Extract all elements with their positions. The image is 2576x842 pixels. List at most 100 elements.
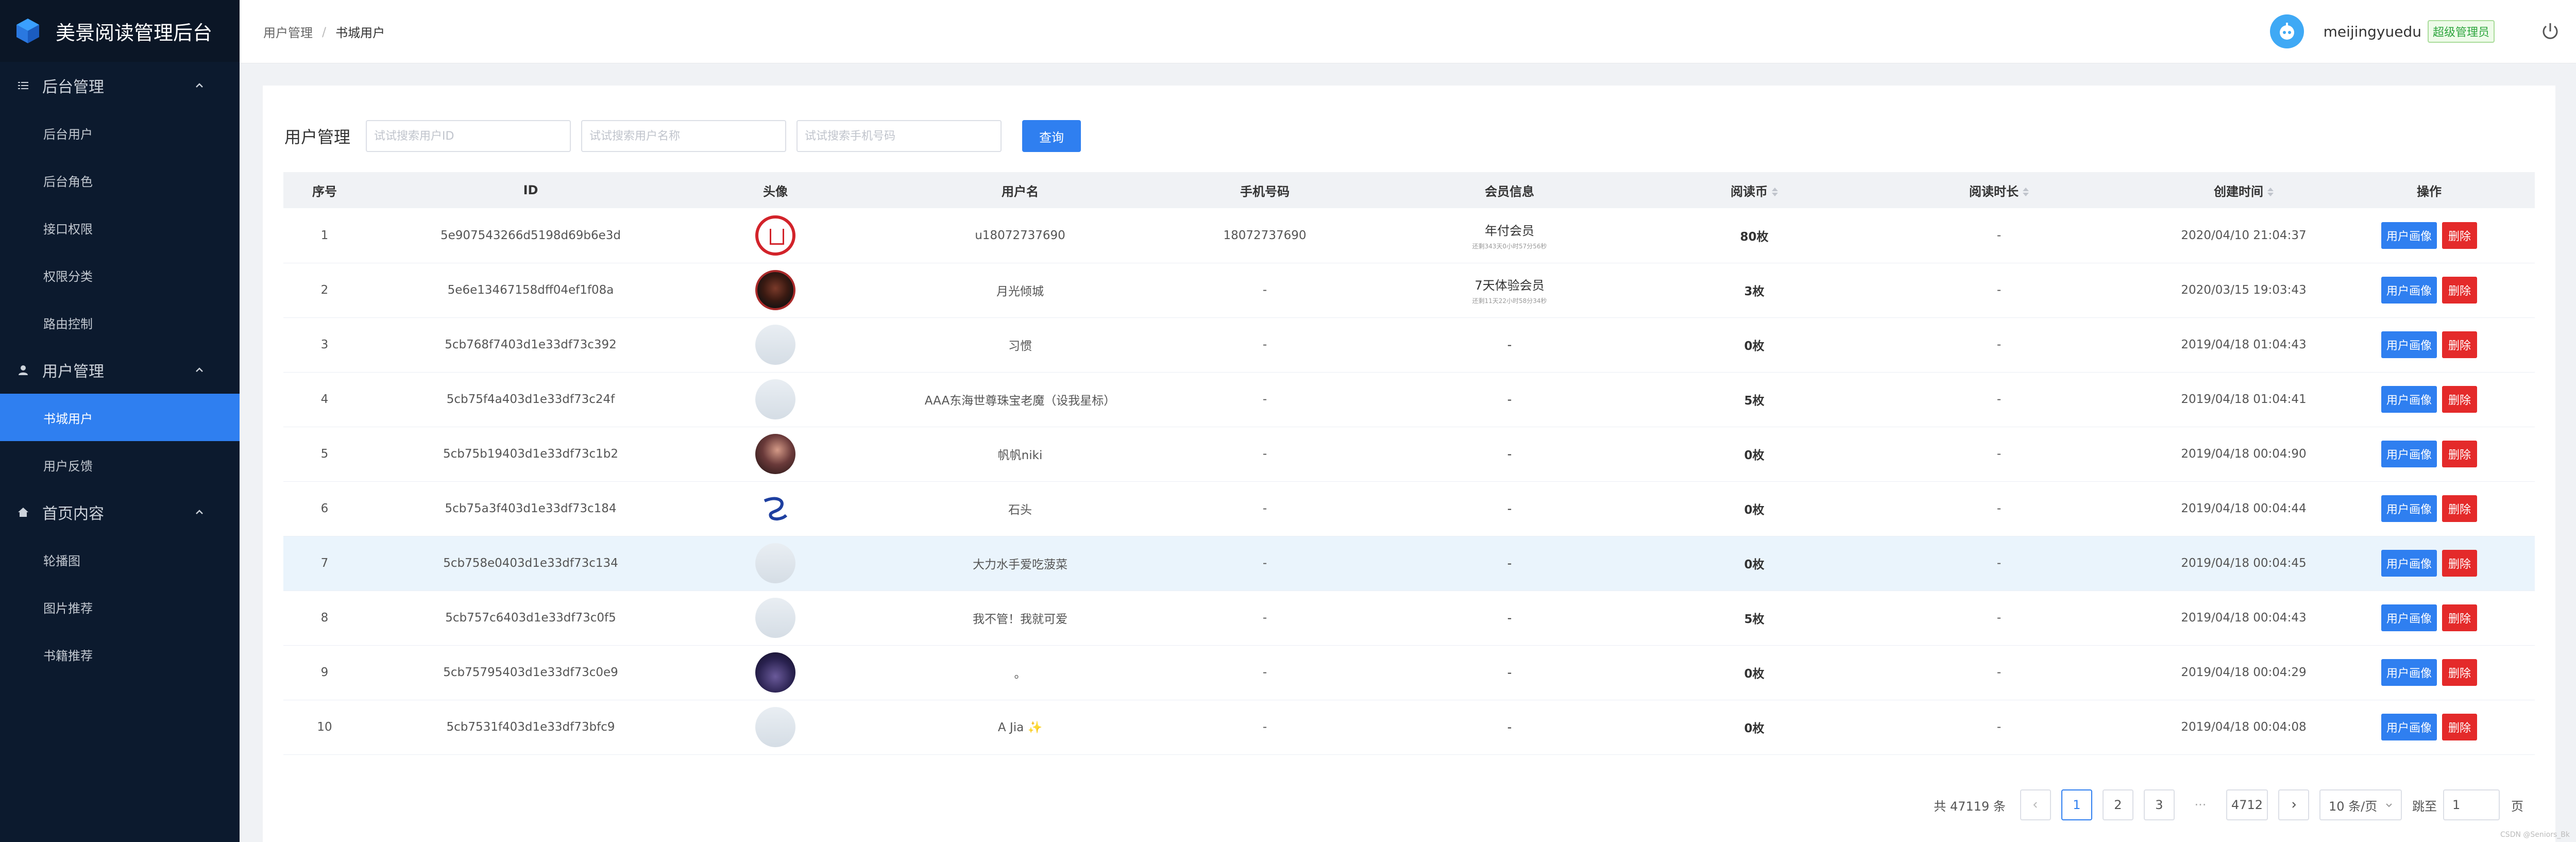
- sidebar-group[interactable]: 后台管理: [0, 62, 240, 109]
- user-portrait-button[interactable]: 用户画像: [2381, 277, 2437, 304]
- avatar[interactable]: [2269, 14, 2304, 48]
- user-avatar[interactable]: [755, 215, 795, 256]
- user-avatar[interactable]: [755, 270, 795, 310]
- delete-button[interactable]: 删除: [2442, 222, 2478, 249]
- table-row: 6 5cb75a3f403d1e33df73c184 石头 - - 0枚 - 2019/04/…: [283, 481, 2535, 536]
- page-button[interactable]: 4712: [2226, 789, 2268, 820]
- delete-button[interactable]: 删除: [2442, 331, 2478, 358]
- delete-button[interactable]: 删除: [2442, 495, 2478, 522]
- power-icon[interactable]: [2540, 21, 2561, 42]
- query-button[interactable]: 查询: [1022, 120, 1081, 152]
- sidebar-item[interactable]: 权限分类: [0, 251, 240, 299]
- sidebar: 美景阅读管理后台 后台管理 后台用户 后台角色 接口权限 权限分类 路由控制 用户管理 书城用…: [0, 0, 240, 842]
- cell-username: 我不管！我就可爱: [973, 613, 1067, 626]
- delete-button[interactable]: 删除: [2442, 604, 2478, 631]
- cell-no: 3: [320, 338, 329, 351]
- vip-type: -: [1507, 611, 1512, 625]
- sort-caret-icon[interactable]: [2267, 188, 2274, 196]
- delete-button[interactable]: 删除: [2442, 277, 2478, 304]
- sidebar-item[interactable]: 轮播图: [0, 536, 240, 583]
- page-button[interactable]: 3: [2143, 789, 2175, 820]
- jump-page-input[interactable]: 1: [2443, 789, 2500, 820]
- cell-no: 2: [320, 283, 329, 297]
- prev-page-button[interactable]: [2020, 789, 2051, 820]
- sidebar-item[interactable]: 书籍推荐: [0, 631, 240, 678]
- cell-id: 5cb758e0403d1e33df73c134: [443, 557, 618, 570]
- cell-created: 2019/04/18 00:04:08: [2181, 720, 2307, 734]
- user-portrait-button[interactable]: 用户画像: [2381, 495, 2437, 522]
- table-row: 5 5cb75b19403d1e33df73c1b2 帆帆niki - - 0枚 - 2019…: [283, 427, 2535, 481]
- column-header: 用户名: [855, 172, 1185, 208]
- delete-button[interactable]: 删除: [2442, 386, 2478, 413]
- sort-caret-icon[interactable]: [2023, 188, 2029, 196]
- sidebar-item[interactable]: 图片推荐: [0, 583, 240, 631]
- cell-vip: -: [1345, 481, 1674, 536]
- user-avatar[interactable]: [755, 489, 795, 529]
- sidebar-group[interactable]: 首页内容: [0, 489, 240, 536]
- cell-phone: -: [1262, 720, 1267, 734]
- table-row: 4 5cb75f4a403d1e33df73c24f AAA东海世尊珠宝老魔（设我星…: [283, 372, 2535, 427]
- vip-type: 7天体验会员: [1475, 278, 1545, 293]
- user-portrait-button[interactable]: 用户画像: [2381, 714, 2437, 740]
- user-portrait-button[interactable]: 用户画像: [2381, 386, 2437, 413]
- cell-actions: 用户画像 删除: [2324, 372, 2535, 427]
- cell-coin: 0枚: [1744, 503, 1765, 517]
- user-portrait-button[interactable]: 用户画像: [2381, 222, 2437, 249]
- page-button[interactable]: 2: [2102, 789, 2133, 820]
- cell-id: 5cb7531f403d1e33df73bfc9: [446, 720, 615, 734]
- column-header[interactable]: 阅读币: [1674, 172, 1834, 208]
- cell-id: 5cb768f7403d1e33df73c392: [445, 338, 617, 351]
- user-portrait-button[interactable]: 用户画像: [2381, 550, 2437, 577]
- menu-lines-icon: [16, 79, 30, 92]
- cell-avatar: [696, 591, 855, 645]
- user-portrait-button[interactable]: 用户画像: [2381, 604, 2437, 631]
- column-header[interactable]: 阅读时长: [1834, 172, 2164, 208]
- user-avatar[interactable]: [755, 652, 795, 693]
- sidebar-item[interactable]: 书城用户: [0, 394, 240, 441]
- cell-phone: 18072737690: [1223, 228, 1307, 242]
- sidebar-item[interactable]: 后台用户: [0, 109, 240, 157]
- delete-button[interactable]: 删除: [2442, 714, 2478, 740]
- sort-caret-icon[interactable]: [1772, 188, 1778, 196]
- search-user-id-input[interactable]: [366, 120, 571, 152]
- user-avatar[interactable]: [755, 325, 795, 365]
- delete-button[interactable]: 删除: [2442, 659, 2478, 686]
- column-header-label: 头像: [763, 184, 788, 199]
- user-avatar[interactable]: [755, 707, 795, 747]
- cell-coin: 0枚: [1744, 722, 1765, 735]
- sidebar-item[interactable]: 用户反馈: [0, 441, 240, 489]
- user-avatar[interactable]: [755, 543, 795, 583]
- cell-vip: -: [1345, 427, 1674, 481]
- next-page-button[interactable]: [2278, 789, 2309, 820]
- user-avatar[interactable]: [755, 598, 795, 638]
- sidebar-group[interactable]: 用户管理: [0, 346, 240, 394]
- cell-coin: 80枚: [1740, 230, 1769, 244]
- user-avatar[interactable]: [755, 379, 795, 419]
- user-avatar[interactable]: [755, 434, 795, 474]
- cell-coin: 5枚: [1744, 613, 1765, 626]
- breadcrumb-item[interactable]: 用户管理: [263, 23, 313, 41]
- sidebar-item[interactable]: 路由控制: [0, 299, 240, 346]
- search-user-name-input[interactable]: [581, 120, 787, 152]
- column-header[interactable]: 创建时间: [2164, 172, 2324, 208]
- cell-no: 5: [320, 447, 329, 461]
- column-header-label: 序号: [312, 184, 337, 199]
- sidebar-item[interactable]: 接口权限: [0, 204, 240, 251]
- cell-no: 8: [320, 611, 329, 625]
- cell-id: 5e6e13467158dff04ef1f08a: [447, 283, 614, 297]
- page-button[interactable]: 1: [2061, 789, 2092, 820]
- robot-icon: [2279, 23, 2294, 40]
- delete-button[interactable]: 删除: [2442, 441, 2478, 467]
- delete-button[interactable]: 删除: [2442, 550, 2478, 577]
- user-portrait-button[interactable]: 用户画像: [2381, 659, 2437, 686]
- cell-duration: -: [1996, 666, 2002, 679]
- page-size-select[interactable]: 10 条/页: [2319, 789, 2402, 820]
- search-phone-input[interactable]: [796, 120, 1002, 152]
- cell-vip: -: [1345, 317, 1674, 372]
- sidebar-item[interactable]: 后台角色: [0, 157, 240, 204]
- user-portrait-button[interactable]: 用户画像: [2381, 331, 2437, 358]
- cell-actions: 用户画像 删除: [2324, 317, 2535, 372]
- more-pages-icon[interactable]: ···: [2185, 789, 2216, 820]
- cell-avatar: [696, 317, 855, 372]
- user-portrait-button[interactable]: 用户画像: [2381, 441, 2437, 467]
